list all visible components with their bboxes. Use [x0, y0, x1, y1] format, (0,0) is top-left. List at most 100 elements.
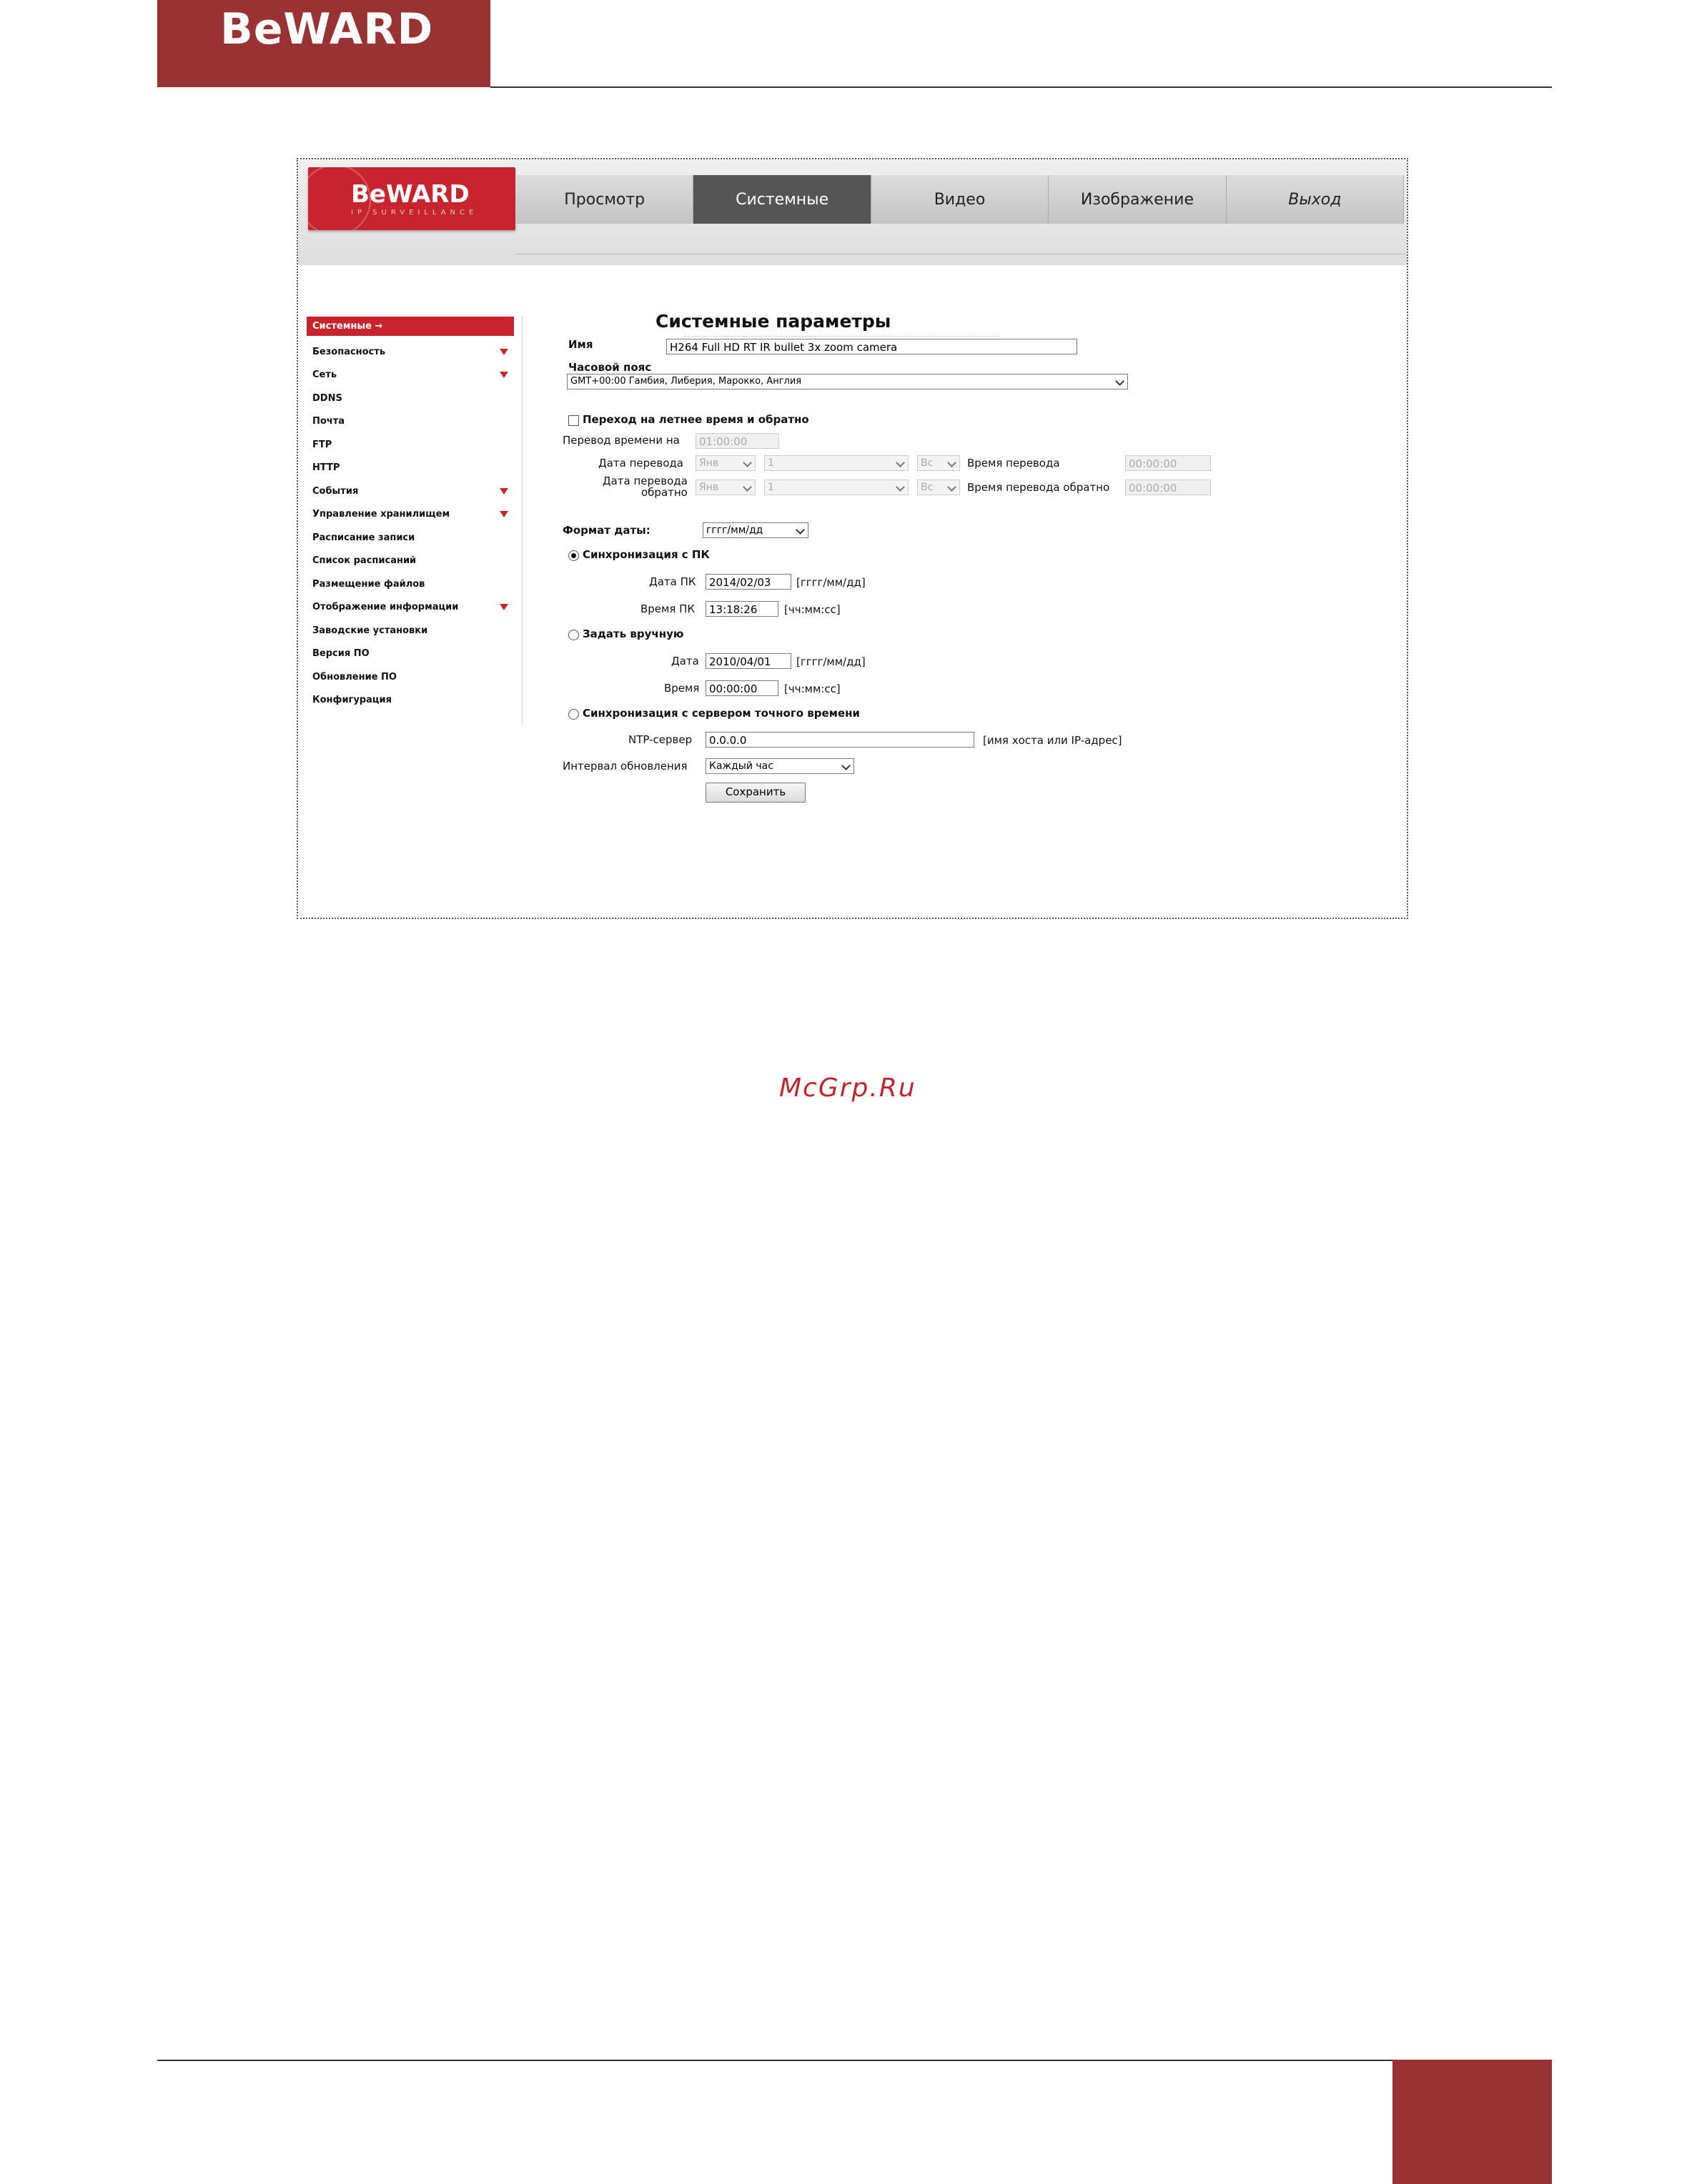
- main-nav: Просмотр Системные Видео Изображение Вых…: [516, 175, 1405, 224]
- month-value: Янв: [699, 482, 719, 493]
- timezone-value: GMT+00:00 Гамбия, Либерия, Марокко, Англ…: [570, 376, 802, 387]
- ntp-server-input[interactable]: 0.0.0.0: [706, 732, 974, 748]
- manual-date-input[interactable]: 2010/04/01: [706, 653, 791, 669]
- save-button[interactable]: Сохранить: [706, 783, 806, 803]
- interval-value: Каждый час: [709, 760, 773, 772]
- dst-end-date-label: Дата перевода обратно: [602, 475, 688, 499]
- pc-time-hint: [чч:мм:сс]: [784, 603, 841, 616]
- sync-pc-radio[interactable]: [568, 550, 579, 561]
- sidebar-item-record-schedule[interactable]: Расписание записи: [307, 526, 514, 550]
- interval-label: Интервал обновления: [563, 760, 688, 773]
- ntp-server-hint: [имя хоста или IP-адрес]: [983, 734, 1122, 747]
- pc-time-input[interactable]: 13:18:26: [706, 601, 778, 617]
- name-label: Имя: [568, 338, 593, 351]
- sidebar-item-label: Расписание записи: [312, 532, 415, 543]
- expand-triangle-icon: [500, 348, 508, 355]
- dst-start-month-select[interactable]: Янв: [696, 455, 756, 471]
- dst-label: Переход на летнее время и обратно: [583, 413, 809, 426]
- sidebar-item-factory-defaults[interactable]: Заводские установки: [307, 619, 514, 642]
- date-format-label: Формат даты:: [563, 524, 650, 537]
- tab-system[interactable]: Системные: [693, 175, 871, 224]
- sidebar-item-system[interactable]: Системные →: [307, 317, 514, 336]
- week-value: 1: [768, 457, 774, 469]
- chevron-down-icon: [896, 482, 905, 492]
- ntp-sync-label: Синхронизация с сервером точного времени: [583, 707, 860, 720]
- dst-offset-label: Перевод времени на: [563, 434, 680, 447]
- sidebar-item-ftp[interactable]: FTP: [307, 433, 514, 457]
- day-value: Вс: [921, 482, 934, 493]
- sidebar-menu: Системные → Безопасность Сеть DDNS Почта…: [307, 317, 514, 712]
- sidebar-item-label: Сеть: [312, 369, 337, 381]
- sidebar-item-schedule-list[interactable]: Список расписаний: [307, 550, 514, 573]
- interval-select[interactable]: Каждый час: [706, 758, 854, 774]
- sidebar-item-label: Версия ПО: [312, 648, 370, 660]
- sidebar-item-mail[interactable]: Почта: [307, 410, 514, 434]
- dst-end-time-input[interactable]: 00:00:00: [1125, 480, 1211, 495]
- sidebar-item-firmware-version[interactable]: Версия ПО: [307, 642, 514, 666]
- date-format-select[interactable]: гггг/мм/дд: [703, 522, 808, 538]
- sidebar-item-security[interactable]: Безопасность: [307, 340, 514, 364]
- page-title: Системные параметры: [655, 311, 891, 332]
- week-value: 1: [768, 482, 774, 493]
- sync-pc-label: Синхронизация с ПК: [583, 548, 710, 561]
- manual-time-hint: [чч:мм:сс]: [784, 682, 841, 695]
- tab-video[interactable]: Видео: [871, 175, 1049, 224]
- manual-label: Задать вручную: [583, 627, 684, 640]
- chevron-down-icon: [947, 482, 956, 492]
- sidebar-item-network[interactable]: Сеть: [307, 364, 514, 387]
- tab-logout[interactable]: Выход: [1226, 175, 1405, 224]
- manual-date-hint: [гггг/мм/дд]: [796, 655, 866, 668]
- chevron-down-icon: [896, 458, 905, 467]
- dst-end-time-label: Время перевода обратно: [967, 481, 1110, 494]
- page-header-logo: BeWARD: [157, 0, 490, 87]
- date-format-value: гггг/мм/дд: [706, 525, 763, 536]
- page-header-rule: [490, 86, 1552, 88]
- sidebar-item-ddns[interactable]: DDNS: [307, 387, 514, 410]
- sidebar-item-label: Обновление ПО: [312, 671, 397, 682]
- pc-date-label: Дата ПК: [649, 575, 696, 588]
- sidebar-item-label: Список расписаний: [312, 555, 417, 567]
- sidebar-item-events[interactable]: События: [307, 480, 514, 503]
- chevron-down-icon: [1115, 377, 1124, 386]
- dst-offset-input[interactable]: 01:00:00: [696, 433, 779, 449]
- sidebar-item-configuration[interactable]: Конфигурация: [307, 689, 514, 713]
- expand-triangle-icon: [500, 487, 508, 495]
- chevron-down-icon: [841, 761, 851, 770]
- dst-checkbox[interactable]: [568, 415, 579, 426]
- chevron-down-icon: [743, 482, 752, 492]
- chevron-down-icon: [796, 525, 805, 535]
- sidebar-item-label: Конфигурация: [312, 695, 392, 706]
- sidebar-item-http[interactable]: HTTP: [307, 457, 514, 480]
- camera-logo: BeWARD IP SURVEILLANCE: [308, 167, 515, 230]
- title-underline: [684, 336, 999, 337]
- dst-end-week-select[interactable]: 1: [764, 480, 909, 495]
- ntp-server-label: NTP-сервер: [628, 733, 693, 746]
- dst-start-week-select[interactable]: 1: [764, 455, 909, 471]
- dst-start-day-select[interactable]: Вс: [917, 455, 960, 471]
- sidebar-item-label: FTP: [312, 439, 332, 450]
- sidebar-item-display-info[interactable]: Отображение информации: [307, 596, 514, 620]
- sidebar-item-label: Безопасность: [312, 346, 386, 357]
- dst-end-month-select[interactable]: Янв: [696, 480, 756, 495]
- pc-date-input[interactable]: 2014/02/03: [706, 574, 791, 590]
- timezone-select[interactable]: GMT+00:00 Гамбия, Либерия, Марокко, Англ…: [567, 374, 1128, 389]
- dst-end-day-select[interactable]: Вс: [917, 480, 960, 495]
- timezone-label: Часовой пояс: [568, 361, 652, 374]
- sidebar-item-firmware-update[interactable]: Обновление ПО: [307, 665, 514, 689]
- pc-time-label: Время ПК: [640, 602, 696, 615]
- dst-start-time-input[interactable]: 00:00:00: [1125, 455, 1211, 471]
- dst-start-time-label: Время перевода: [967, 457, 1060, 470]
- manual-time-input[interactable]: 00:00:00: [706, 680, 778, 696]
- tab-image[interactable]: Изображение: [1049, 175, 1227, 224]
- sidebar-item-file-location[interactable]: Размещение файлов: [307, 572, 514, 596]
- camera-name-input[interactable]: H264 Full HD RT IR bullet 3x zoom camera: [666, 339, 1077, 354]
- arrow-right-icon: →: [375, 321, 383, 332]
- ntp-sync-radio[interactable]: [568, 709, 579, 720]
- manual-radio[interactable]: [568, 630, 579, 640]
- sidebar-item-label: Отображение информации: [312, 602, 459, 613]
- site-watermark: McGrp.Ru: [779, 1073, 916, 1103]
- tab-view[interactable]: Просмотр: [516, 175, 694, 224]
- chevron-down-icon: [947, 458, 956, 467]
- sidebar-item-storage[interactable]: Управление хранилищем: [307, 503, 514, 527]
- page-header-brand: BeWARD: [220, 4, 434, 54]
